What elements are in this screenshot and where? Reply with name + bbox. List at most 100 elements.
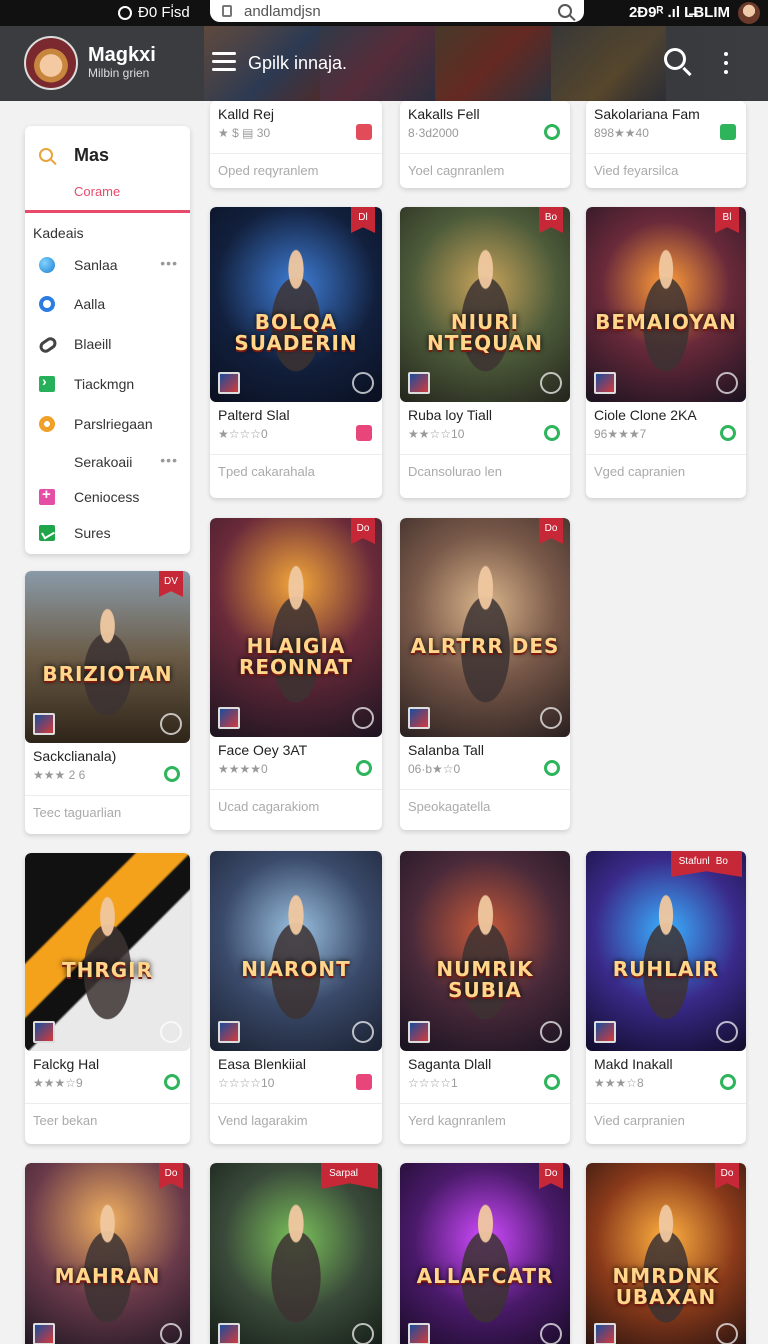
game-footer[interactable]: Speokagatella [408,799,490,814]
game-card[interactable]: RUHLAIR Stafunl Bo Makd Inakall ★★★☆8 Vied ca… [586,851,746,1144]
game-cover[interactable]: ALRTRR DES Do [400,518,570,737]
game-cover[interactable]: HLAIGIA REONNAT Do [210,518,382,737]
game-footer[interactable]: Teer bekan [33,1113,97,1128]
game-card[interactable]: NUMRIK SUBIA Saganta Dlall ☆☆☆☆1 Yerd kagnr… [400,851,570,1144]
status-icon[interactable] [720,1074,736,1090]
sidebar-item[interactable]: Sanlaa ••• [25,251,190,279]
sidebar-item[interactable]: Ceniocess [25,483,190,511]
game-card[interactable]: HLAIGIA REONNAT Do Face Oey 3AT ★★★★0 Ucad c… [210,518,382,830]
more-icon[interactable]: ••• [160,452,178,468]
game-card[interactable]: ALLAFCATR Do [400,1163,570,1344]
sidebar-item[interactable]: Blaeill [25,330,190,358]
sidebar-item[interactable]: Aalla [25,290,190,318]
share-icon[interactable] [716,1323,738,1344]
game-title[interactable]: Kalld Rej [218,106,274,122]
game-card[interactable]: Kalld Rej ★ $ ▤ 30 Oped reqyranlem [210,101,382,188]
game-card[interactable]: Sarpal [210,1163,382,1344]
share-icon[interactable] [160,1021,182,1043]
share-icon[interactable] [716,372,738,394]
game-title[interactable]: Easa Blenkiial [218,1056,306,1072]
address-bar[interactable]: andlamdjsn [210,0,584,22]
game-card[interactable]: NIARONT Easa Blenkiial ☆☆☆☆10 Vend lagaraki… [210,851,382,1144]
sidebar-item[interactable]: Sures [25,519,190,547]
status-icon[interactable] [356,760,372,776]
game-card[interactable]: ALRTRR DES Do Salanba Tall 06·b★☆0 Speokagat… [400,518,570,830]
game-card[interactable]: MAHRAN Do [25,1163,190,1344]
game-cover[interactable]: BEMAIOYAN Bl [586,207,746,402]
share-icon[interactable] [540,1021,562,1043]
share-icon[interactable] [352,1021,374,1043]
status-icon[interactable] [720,425,736,441]
game-cover[interactable]: NIARONT [210,851,382,1051]
game-footer[interactable]: Vend lagarakim [218,1113,308,1128]
game-cover[interactable]: Sarpal [210,1163,382,1344]
share-icon[interactable] [352,372,374,394]
game-cover[interactable]: BRIZIOTAN DV [25,571,190,743]
game-footer[interactable]: Oped reqyranlem [218,163,318,178]
game-title[interactable]: Makd Inakall [594,1056,673,1072]
status-icon[interactable] [544,760,560,776]
share-icon[interactable] [540,1323,562,1344]
game-footer[interactable]: Vged capranien [594,464,685,479]
game-title[interactable]: Face Oey 3AT [218,742,307,758]
sidebar-item[interactable]: Tiackmgn [25,370,190,398]
game-card[interactable]: BRIZIOTAN DV Sackclianala) ★★★ 2 6 Teec tagu… [25,571,190,834]
game-cover[interactable]: NIURI NTEQUAN Bo [400,207,570,402]
game-card[interactable]: THRGIR Falckg Hal ★★★☆9 Teer bekan [25,853,190,1144]
game-title[interactable]: Sakolariana Fam [594,106,700,122]
game-footer[interactable]: Yerd kagnranlem [408,1113,506,1128]
share-icon[interactable] [540,707,562,729]
sidebar-search-value[interactable]: Mas [74,145,109,166]
share-icon[interactable] [352,1323,374,1344]
sidebar-search[interactable]: Mas Corame [25,126,190,213]
game-title[interactable]: Palterd Slal [218,407,290,423]
game-card[interactable]: Kakalls Fell 8·3d2000 Yoel cagnranlem [400,101,570,188]
share-icon[interactable] [716,1021,738,1043]
game-title[interactable]: Falckg Hal [33,1056,99,1072]
game-card[interactable]: NMRDNK UBAXAN Do [586,1163,746,1344]
game-title[interactable]: Sackclianala) [33,748,116,764]
game-footer[interactable]: Teec taguarlian [33,805,121,820]
game-cover[interactable]: THRGIR [25,853,190,1051]
game-title[interactable]: Kakalls Fell [408,106,480,122]
status-icon[interactable] [356,1074,372,1090]
game-footer[interactable]: Vied feyarsilca [594,163,678,178]
game-card[interactable]: Sakolariana Fam 898★★40 Vied feyarsilca [586,101,746,188]
status-icon[interactable] [164,1074,180,1090]
status-icon[interactable] [544,425,560,441]
game-footer[interactable]: Ucad cagarakiom [218,799,319,814]
status-icon[interactable] [544,1074,560,1090]
share-icon[interactable] [160,713,182,735]
share-icon[interactable] [352,707,374,729]
sidebar-item[interactable]: Parslriegaan [25,410,190,438]
brand-logo[interactable] [24,36,78,90]
more-options-icon[interactable] [724,52,729,79]
game-footer[interactable]: Tped cakarahala [218,464,315,479]
game-footer[interactable]: Yoel cagnranlem [408,163,504,178]
game-card[interactable]: NIURI NTEQUAN Bo Ruba loy Tiall ★★☆☆10 Dcans… [400,207,570,498]
game-card[interactable]: BEMAIOYAN Bl Ciole Clone 2KA 96★★★7 Vged cap… [586,207,746,498]
status-icon[interactable] [544,124,560,140]
game-title[interactable]: Salanba Tall [408,742,484,758]
game-cover[interactable]: ALLAFCATR Do [400,1163,570,1344]
game-title[interactable]: Ciole Clone 2KA [594,407,697,423]
game-cover[interactable]: BOLQA SUADERIN Dl [210,207,382,402]
game-footer[interactable]: Vied carpranien [594,1113,685,1128]
game-cover[interactable]: RUHLAIR Stafunl Bo [586,851,746,1051]
status-icon[interactable] [356,425,372,441]
game-cover[interactable]: MAHRAN Do [25,1163,190,1344]
game-title[interactable]: Ruba loy Tiall [408,407,492,423]
game-cover[interactable]: NMRDNK UBAXAN Do [586,1163,746,1344]
share-icon[interactable] [160,1323,182,1344]
header-search-icon[interactable] [664,48,686,70]
sidebar-search-hint[interactable]: Corame [74,184,120,199]
status-icon[interactable] [720,124,736,140]
sidebar-item[interactable]: Serakoaii ••• [25,448,190,476]
status-icon[interactable] [164,766,180,782]
status-icon[interactable] [356,124,372,140]
game-card[interactable]: BOLQA SUADERIN Dl Palterd Slal ★☆☆☆0 Tped ca… [210,207,382,498]
menu-icon[interactable] [212,52,236,72]
game-cover[interactable]: NUMRIK SUBIA [400,851,570,1051]
game-title[interactable]: Saganta Dlall [408,1056,491,1072]
share-icon[interactable] [540,372,562,394]
